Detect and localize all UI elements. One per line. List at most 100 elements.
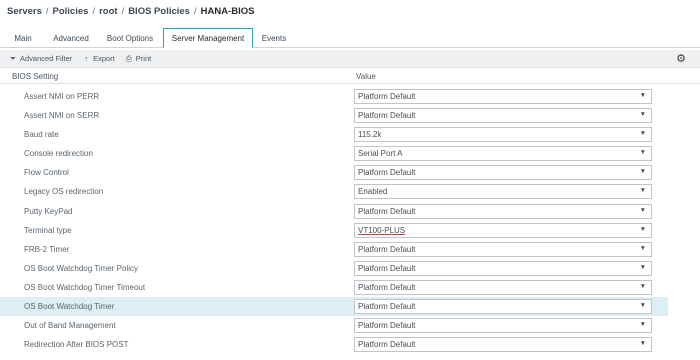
breadcrumb-servers[interactable]: Servers [7,6,42,17]
table-row[interactable]: Legacy OS redirection Enabled ▼ [0,182,668,201]
breadcrumb-separator: / [193,5,197,17]
breadcrumb-separator: / [92,5,96,17]
dropdown-value: Platform Default [358,321,416,331]
value-dropdown[interactable]: Platform Default ▼ [354,260,652,276]
tab-boot-options[interactable]: Boot Options [102,29,158,48]
setting-label: OS Boot Watchdog Timer Timeout [24,282,146,292]
dropdown-arrow-icon: ▼ [639,225,646,233]
setting-label: Redirection After BIOS POST [24,340,129,350]
value-dropdown[interactable]: Serial Port A ▼ [354,146,652,162]
breadcrumb-separator: / [121,5,125,17]
value-dropdown[interactable]: Platform Default ▼ [354,203,652,219]
table-row[interactable]: Console redirection Serial Port A ▼ [0,144,668,163]
dropdown-value: Platform Default [358,282,416,292]
value-dropdown[interactable]: Platform Default ▼ [354,299,652,315]
dropdown-value: Serial Port A [358,149,403,159]
value-dropdown[interactable]: Platform Default ▼ [354,337,652,353]
tab-server-management[interactable]: Server Management [163,28,253,48]
dropdown-arrow-icon: ▼ [639,321,646,329]
setting-label: Legacy OS redirection [24,187,104,197]
tab-advanced[interactable]: Advanced [48,29,94,48]
breadcrumb-bios-policies[interactable]: BIOS Policies [128,6,190,17]
setting-label: Assert NMI on SERR [24,111,100,121]
table-row-selected[interactable]: OS Boot Watchdog Timer Platform Default ▼ [0,297,668,317]
dropdown-arrow-icon: ▼ [639,302,646,310]
breadcrumb: Servers / Policies / root / BIOS Policie… [7,4,254,18]
export-icon: ↑ [84,54,88,63]
column-header-value[interactable]: Value [356,72,376,81]
dropdown-arrow-icon: ▼ [639,149,646,157]
dropdown-value: Platform Default [358,111,416,121]
setting-label: FRB-2 Timer [24,244,70,254]
table-row[interactable]: Assert NMI on PERR Platform Default ▼ [0,87,668,106]
tab-main[interactable]: Main [8,29,38,48]
value-dropdown[interactable]: Platform Default ▼ [354,318,652,334]
dropdown-arrow-icon: ▼ [639,282,646,290]
setting-label: Flow Control [24,168,69,178]
dropdown-arrow-icon: ▼ [639,130,646,138]
value-dropdown[interactable]: Enabled ▼ [354,184,652,200]
table-row[interactable]: Terminal type VT100-PLUS ▼ [0,221,668,240]
value-dropdown[interactable]: 115.2k ▼ [354,127,652,143]
filter-icon: ⏷ [10,53,16,63]
advanced-filter-label: Advanced Filter [20,54,73,63]
dropdown-arrow-icon: ▼ [639,111,646,119]
toolbar: ⏷ Advanced Filter ↑ Export ⎙ Print ⚙ [0,50,700,68]
export-button[interactable]: ↑ Export [82,54,115,63]
setting-label: Console redirection [24,149,93,159]
table-row[interactable]: FRB-2 Timer Platform Default ▼ [0,240,668,259]
setting-label: Putty KeyPad [24,206,73,216]
value-dropdown[interactable]: Platform Default ▼ [354,89,652,104]
dropdown-value: Platform Default [358,302,416,312]
table-row[interactable]: Flow Control Platform Default ▼ [0,163,668,182]
setting-label: Baud rate [24,130,59,140]
value-dropdown[interactable]: VT100-PLUS ▼ [354,222,652,238]
export-label: Export [93,54,115,63]
breadcrumb-current: HANA-BIOS [200,5,255,17]
setting-label: Out of Band Management [24,321,116,331]
dropdown-value: 115.2k [358,130,382,140]
column-header-bios-setting[interactable]: BIOS Setting [12,72,58,81]
print-button[interactable]: ⎙ Print [125,54,151,64]
dropdown-value: Platform Default [358,206,416,216]
breadcrumb-policies[interactable]: Policies [53,6,89,17]
table-header: BIOS Setting Value [0,70,700,84]
dropdown-value: Platform Default [358,244,416,254]
dropdown-arrow-icon: ▼ [639,92,646,99]
table-row[interactable]: Putty KeyPad Platform Default ▼ [0,202,668,221]
dropdown-arrow-icon: ▼ [639,340,646,348]
table-row[interactable]: Out of Band Management Platform Default ▼ [0,316,668,335]
setting-label: Assert NMI on PERR [24,92,100,101]
dropdown-value: VT100-PLUS [358,225,406,235]
setting-label: Terminal type [24,225,72,235]
dropdown-arrow-icon: ▼ [639,263,646,271]
dropdown-arrow-icon: ▼ [639,206,646,214]
tab-events[interactable]: Events [257,29,291,48]
dropdown-value: Platform Default [358,263,416,273]
value-dropdown[interactable]: Platform Default ▼ [354,165,652,181]
table-row[interactable]: Redirection After BIOS POST Platform Def… [0,335,668,354]
value-dropdown[interactable]: Platform Default ▼ [354,108,652,124]
dropdown-arrow-icon: ▼ [639,244,646,252]
table-row[interactable]: OS Boot Watchdog Timer Timeout Platform … [0,278,668,297]
table-row[interactable]: Assert NMI on SERR Platform Default ▼ [0,106,668,125]
table-row[interactable]: Baud rate 115.2k ▼ [0,125,668,144]
dropdown-arrow-icon: ▼ [639,187,646,195]
dropdown-value: Platform Default [358,168,416,178]
setting-label: OS Boot Watchdog Timer [24,302,115,312]
print-icon: ⎙ [125,53,132,63]
tab-bar: Main Advanced Boot Options Server Manage… [0,28,700,48]
setting-label: OS Boot Watchdog Timer Policy [24,263,138,273]
table-scrollbar[interactable] [668,87,678,360]
breadcrumb-root[interactable]: root [99,6,117,17]
print-label: Print [135,54,152,63]
dropdown-arrow-icon: ▼ [639,168,646,176]
gear-icon[interactable]: ⚙ [676,52,686,65]
dropdown-value: Platform Default [358,340,416,350]
breadcrumb-separator: / [45,5,49,17]
dropdown-value: Enabled [358,187,388,197]
table-row[interactable]: OS Boot Watchdog Timer Policy Platform D… [0,259,668,278]
value-dropdown[interactable]: Platform Default ▼ [354,279,652,295]
advanced-filter-button[interactable]: ⏷ Advanced Filter [9,54,72,64]
value-dropdown[interactable]: Platform Default ▼ [354,241,652,257]
